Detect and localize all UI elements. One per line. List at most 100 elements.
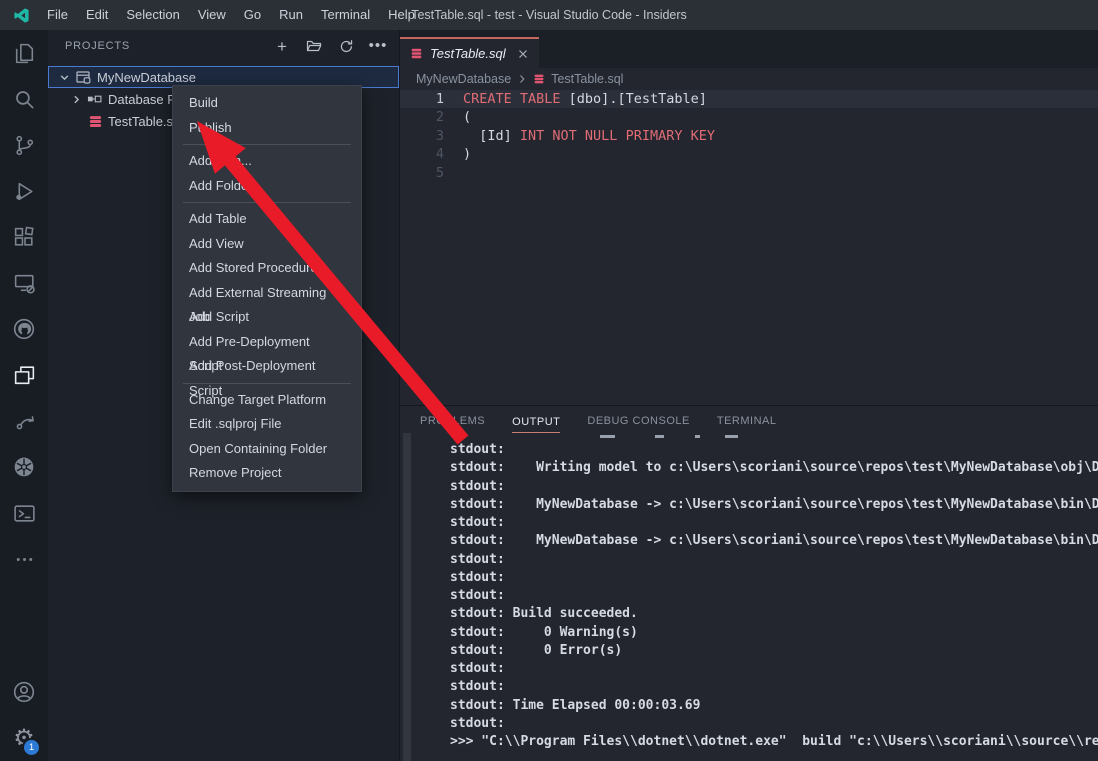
menu-selection[interactable]: Selection xyxy=(117,0,188,30)
breadcrumb-file[interactable]: TestTable.sql xyxy=(551,72,623,86)
menu-item-add-item[interactable]: Add Item... xyxy=(173,149,361,174)
search-icon[interactable] xyxy=(0,76,48,122)
output-line: >>> "C:\\Program Files\\dotnet\\dotnet.e… xyxy=(400,733,1098,751)
add-project-icon[interactable]: + xyxy=(273,37,291,55)
editor-tab-strip: TestTable.sql xyxy=(400,30,1098,68)
menu-item-edit-sqlproj-file[interactable]: Edit .sqlproj File xyxy=(173,412,361,437)
menu-item-add-external-streaming-job[interactable]: Add External Streaming Job xyxy=(173,281,361,306)
settings-gear-icon[interactable]: ⚙ 1 xyxy=(0,715,48,761)
output-line: stdout: xyxy=(400,514,1098,532)
menu-item-add-script[interactable]: Add Script xyxy=(173,305,361,330)
project-context-menu: Build Publish Add Item... Add Folder Add… xyxy=(172,85,362,492)
menu-edit[interactable]: Edit xyxy=(77,0,117,30)
output-line: stdout: Time Elapsed 00:00:03.69 xyxy=(400,697,1098,715)
tab-label: TestTable.sql xyxy=(430,46,506,61)
github-icon[interactable] xyxy=(0,306,48,352)
tab-testtable-sql[interactable]: TestTable.sql xyxy=(400,37,539,68)
tab-terminal[interactable]: TERMINAL xyxy=(717,415,777,433)
source-control-icon[interactable] xyxy=(0,122,48,168)
sql-connections-icon[interactable] xyxy=(0,398,48,444)
code-editor[interactable]: 1CREATE TABLE [dbo].[TestTable] 2( 3 [Id… xyxy=(400,90,1098,405)
chevron-right-icon xyxy=(517,74,527,84)
menu-run[interactable]: Run xyxy=(270,0,312,30)
menu-file[interactable]: File xyxy=(38,0,77,30)
clipped-text-fragment xyxy=(695,435,700,438)
clipped-text-fragment xyxy=(600,435,615,438)
remote-explorer-icon[interactable] xyxy=(0,260,48,306)
vscode-insiders-logo-icon xyxy=(13,7,30,24)
sql-file-icon xyxy=(88,114,103,129)
menu-item-publish[interactable]: Publish xyxy=(173,116,361,141)
menu-view[interactable]: View xyxy=(189,0,235,30)
tab-debug-console[interactable]: DEBUG CONSOLE xyxy=(587,415,689,433)
menu-item-add-table[interactable]: Add Table xyxy=(173,207,361,232)
code-line: 4) xyxy=(400,145,1098,163)
line-number: 4 xyxy=(400,145,463,163)
menu-terminal[interactable]: Terminal xyxy=(312,0,379,30)
run-and-debug-icon[interactable] xyxy=(0,168,48,214)
output-panel[interactable]: stdout: stdout: Writing model to c:\User… xyxy=(400,433,1098,761)
breadcrumb-project[interactable]: MyNewDatabase xyxy=(416,72,511,86)
powershell-icon[interactable] xyxy=(0,490,48,536)
more-views-icon[interactable] xyxy=(0,536,48,582)
menu-item-add-post-deployment-script[interactable]: Add Post-Deployment Script xyxy=(173,354,361,379)
menu-help[interactable]: Help xyxy=(379,0,424,30)
panel-gutter xyxy=(403,433,411,761)
output-line: stdout: xyxy=(400,569,1098,587)
line-number: 2 xyxy=(400,108,463,126)
activity-bar: ⚙ 1 xyxy=(0,30,48,761)
output-line: stdout: Build succeeded. xyxy=(400,605,1098,623)
explorer-icon[interactable] xyxy=(0,30,48,76)
extensions-icon[interactable] xyxy=(0,214,48,260)
menu-item-build[interactable]: Build xyxy=(173,91,361,116)
menu-separator xyxy=(183,144,351,145)
clipped-text-fragment xyxy=(655,435,664,438)
sql-project-icon xyxy=(75,69,92,86)
panel-tab-bar: PROBLEMS OUTPUT DEBUG CONSOLE TERMINAL xyxy=(400,405,1098,433)
clipped-text-fragment xyxy=(725,435,738,438)
breadcrumb: MyNewDatabase TestTable.sql xyxy=(400,68,1098,90)
output-line: stdout: xyxy=(400,587,1098,605)
sidebar-actions: + ••• xyxy=(273,37,387,55)
chevron-down-icon[interactable] xyxy=(59,72,70,83)
sql-file-icon xyxy=(410,47,423,60)
menu-item-add-stored-procedure[interactable]: Add Stored Procedure xyxy=(173,256,361,281)
menu-go[interactable]: Go xyxy=(235,0,270,30)
output-line: stdout: 0 Warning(s) xyxy=(400,624,1098,642)
sidebar-header: PROJECTS + ••• xyxy=(48,30,399,62)
output-line: stdout: 0 Error(s) xyxy=(400,642,1098,660)
tab-problems[interactable]: PROBLEMS xyxy=(420,415,485,433)
line-number: 5 xyxy=(400,164,463,182)
refresh-icon[interactable] xyxy=(337,37,355,55)
vscode-window: TestTable.sql - test - Visual Studio Cod… xyxy=(0,0,1098,761)
clipped-output-line xyxy=(400,433,1098,440)
output-line: stdout: xyxy=(400,715,1098,733)
open-project-icon[interactable] xyxy=(305,37,323,55)
tab-output[interactable]: OUTPUT xyxy=(512,416,560,434)
sql-file-icon xyxy=(533,73,545,85)
output-line: stdout: MyNewDatabase -> c:\Users\scoria… xyxy=(400,532,1098,550)
close-icon[interactable] xyxy=(517,48,529,60)
output-lines: stdout: stdout: Writing model to c:\User… xyxy=(400,441,1098,751)
code-line: 2( xyxy=(400,108,1098,126)
output-line: stdout: xyxy=(400,660,1098,678)
output-line: stdout: xyxy=(400,551,1098,569)
accounts-icon[interactable] xyxy=(0,669,48,715)
code-line: 1CREATE TABLE [dbo].[TestTable] xyxy=(400,90,1098,108)
menu-item-add-pre-deployment-script[interactable]: Add Pre-Deployment Script xyxy=(173,330,361,355)
database-projects-icon[interactable] xyxy=(0,352,48,398)
tree-item-label: MyNewDatabase xyxy=(97,70,196,85)
output-line: stdout: xyxy=(400,478,1098,496)
more-actions-icon[interactable]: ••• xyxy=(369,37,387,55)
chevron-right-icon[interactable] xyxy=(71,94,82,105)
menu-item-open-containing-folder[interactable]: Open Containing Folder xyxy=(173,437,361,462)
menu-item-add-folder[interactable]: Add Folder xyxy=(173,174,361,199)
output-line: stdout: Writing model to c:\Users\scoria… xyxy=(400,459,1098,477)
menu-item-add-view[interactable]: Add View xyxy=(173,232,361,257)
code-line: 3 [Id] INT NOT NULL PRIMARY KEY xyxy=(400,127,1098,145)
kubernetes-icon[interactable] xyxy=(0,444,48,490)
menu-item-remove-project[interactable]: Remove Project xyxy=(173,461,361,486)
output-line: stdout: MyNewDatabase -> c:\Users\scoria… xyxy=(400,496,1098,514)
activity-bar-bottom: ⚙ 1 xyxy=(0,669,48,761)
menu-item-change-target-platform[interactable]: Change Target Platform xyxy=(173,388,361,413)
